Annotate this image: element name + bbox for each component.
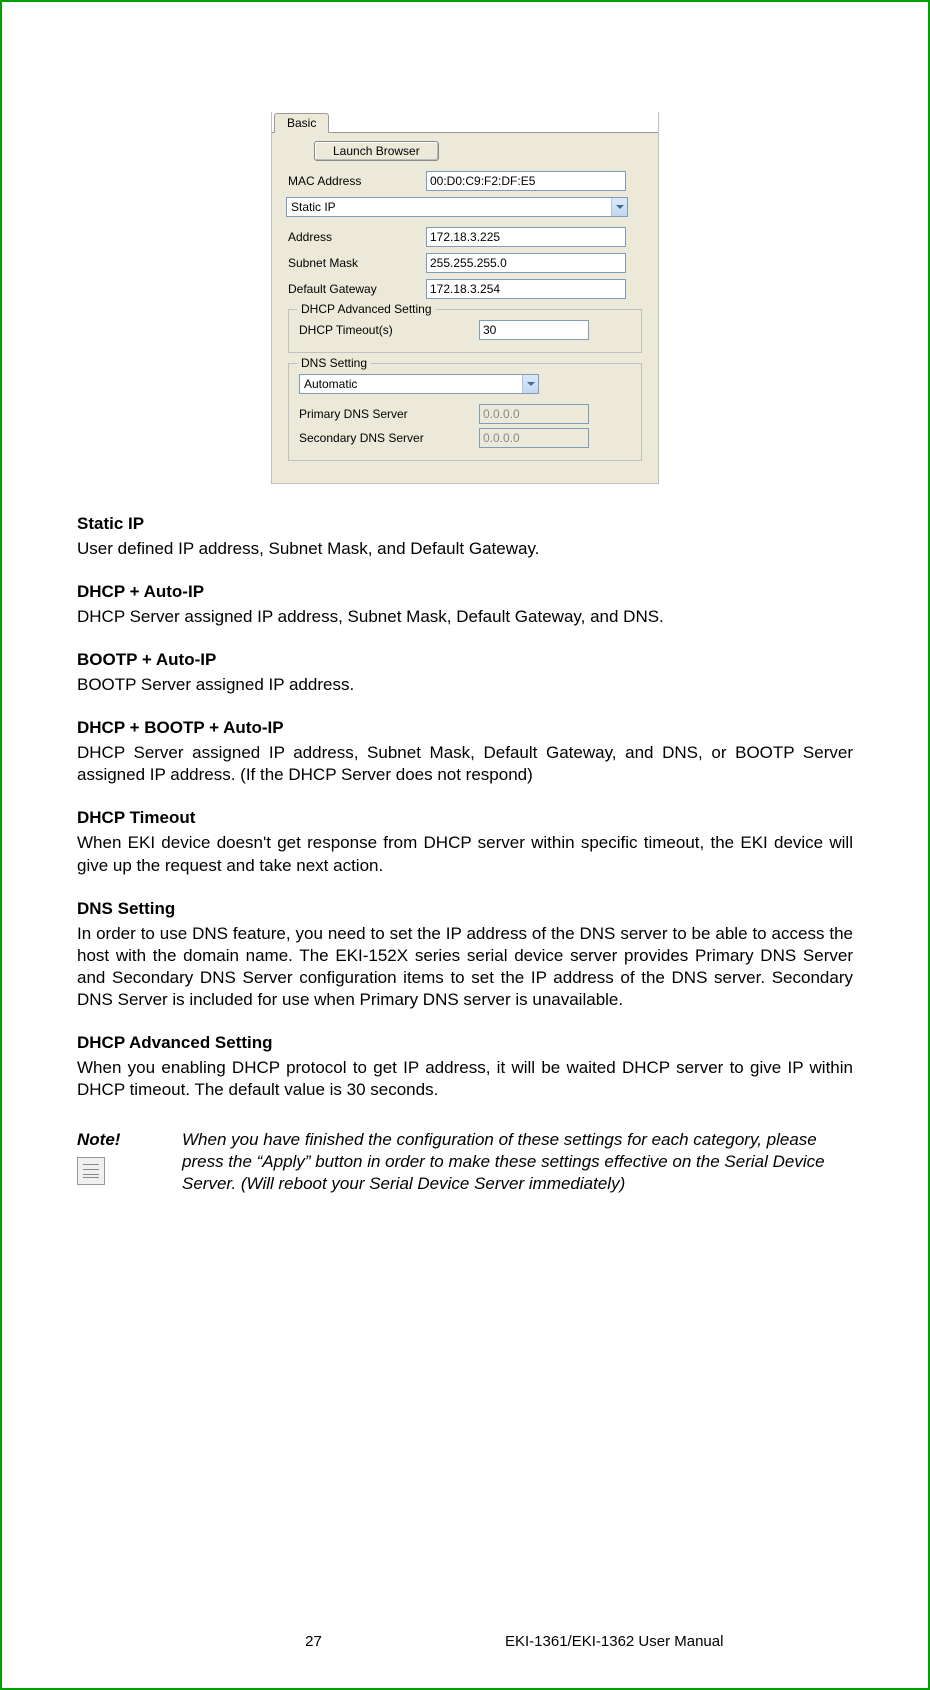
dns-mode-select[interactable]: Automatic bbox=[299, 374, 539, 394]
chevron-down-icon[interactable] bbox=[611, 198, 627, 216]
dhcp-timeout-label: DHCP Timeout(s) bbox=[299, 323, 479, 337]
primary-dns-field bbox=[479, 404, 589, 424]
subnet-mask-field[interactable] bbox=[426, 253, 626, 273]
ip-mode-value: Static IP bbox=[287, 198, 611, 216]
config-panel: Basic Launch Browser MAC Address Static … bbox=[271, 112, 659, 484]
dns-setting-group: DNS Setting Automatic Primary DNS Server… bbox=[288, 363, 642, 461]
dhcp-auto-body: DHCP Server assigned IP address, Subnet … bbox=[77, 606, 853, 628]
dhcp-bootp-auto-body: DHCP Server assigned IP address, Subnet … bbox=[77, 742, 853, 786]
mac-address-label: MAC Address bbox=[286, 174, 426, 188]
address-field[interactable] bbox=[426, 227, 626, 247]
dhcp-advanced-body: When you enabling DHCP protocol to get I… bbox=[77, 1057, 853, 1101]
page-number: 27 bbox=[2, 1633, 465, 1650]
default-gateway-label: Default Gateway bbox=[286, 282, 426, 296]
dns-setting-body: In order to use DNS feature, you need to… bbox=[77, 923, 853, 1011]
mac-address-field[interactable] bbox=[426, 171, 626, 191]
ip-mode-select[interactable]: Static IP bbox=[286, 197, 628, 217]
dhcp-advanced-group: DHCP Advanced Setting DHCP Timeout(s) bbox=[288, 309, 642, 353]
primary-dns-label: Primary DNS Server bbox=[299, 407, 479, 421]
dns-mode-value: Automatic bbox=[300, 375, 522, 393]
bootp-auto-body: BOOTP Server assigned IP address. bbox=[77, 674, 853, 696]
static-ip-heading: Static IP bbox=[77, 514, 853, 534]
manual-title: EKI-1361/EKI-1362 User Manual bbox=[465, 1633, 928, 1650]
secondary-dns-label: Secondary DNS Server bbox=[299, 431, 479, 445]
static-ip-body: User defined IP address, Subnet Mask, an… bbox=[77, 538, 853, 560]
dhcp-timeout-body: When EKI device doesn't get response fro… bbox=[77, 832, 853, 876]
address-label: Address bbox=[286, 230, 426, 244]
dhcp-advanced-heading: DHCP Advanced Setting bbox=[77, 1033, 853, 1053]
dns-setting-heading: DNS Setting bbox=[77, 899, 853, 919]
note-block: Note! When you have finished the configu… bbox=[77, 1129, 853, 1195]
tab-basic[interactable]: Basic bbox=[274, 113, 329, 133]
note-body: When you have finished the configuration… bbox=[182, 1129, 853, 1195]
tabs-row: Basic bbox=[272, 112, 658, 132]
page-footer: 27 EKI-1361/EKI-1362 User Manual bbox=[2, 1633, 928, 1650]
dhcp-timeout-field[interactable] bbox=[479, 320, 589, 340]
dhcp-advanced-legend: DHCP Advanced Setting bbox=[297, 302, 436, 316]
chevron-down-icon[interactable] bbox=[522, 375, 538, 393]
bootp-auto-heading: BOOTP + Auto-IP bbox=[77, 650, 853, 670]
dns-setting-legend: DNS Setting bbox=[297, 356, 371, 370]
subnet-mask-label: Subnet Mask bbox=[286, 256, 426, 270]
note-icon bbox=[77, 1157, 105, 1185]
default-gateway-field[interactable] bbox=[426, 279, 626, 299]
dhcp-timeout-heading: DHCP Timeout bbox=[77, 808, 853, 828]
dhcp-bootp-auto-heading: DHCP + BOOTP + Auto-IP bbox=[77, 718, 853, 738]
note-label: Note! bbox=[77, 1130, 120, 1149]
secondary-dns-field bbox=[479, 428, 589, 448]
launch-browser-button[interactable]: Launch Browser bbox=[314, 141, 439, 161]
dhcp-auto-heading: DHCP + Auto-IP bbox=[77, 582, 853, 602]
